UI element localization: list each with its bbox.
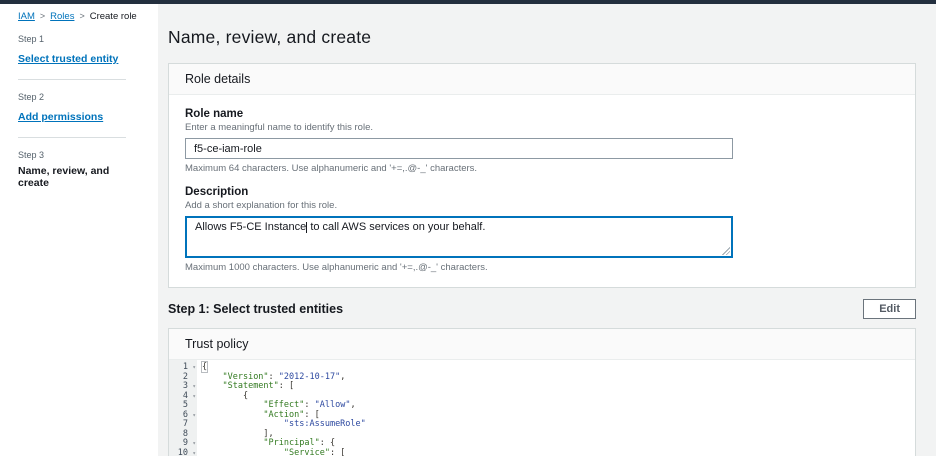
code-fold-icon[interactable]: ▾ — [192, 449, 196, 456]
json-value: "Allow" — [315, 400, 351, 410]
json-punctuation: : — [269, 372, 279, 382]
step1-section-row: Step 1: Select trusted entities Edit — [168, 299, 916, 319]
trust-policy-panel: Trust policy 1▾23▾4▾56▾789▾10▾1112131415… — [168, 328, 916, 456]
steps-list: Step 1 Select trusted entity Step 2 Add per… — [18, 34, 142, 189]
trust-policy-header: Trust policy — [169, 329, 915, 360]
json-key: "Service" — [284, 448, 330, 456]
json-punctuation: { — [202, 362, 207, 372]
sidebar-step-add-permissions[interactable]: Add permissions — [18, 111, 103, 123]
json-punctuation — [202, 381, 222, 391]
edit-button[interactable]: Edit — [863, 299, 916, 319]
page-layout: IAM > Roles > Create role Step 1 Select trust… — [0, 4, 936, 456]
sidebar-divider — [18, 137, 126, 138]
description-textarea[interactable]: Allows F5-CE Instance to call AWS servic… — [185, 216, 733, 258]
role-name-input[interactable] — [185, 138, 733, 159]
json-punctuation: ], — [202, 429, 274, 439]
json-punctuation: : [ — [304, 410, 319, 420]
role-name-label: Role name — [185, 108, 899, 120]
sidebar-step-select-trusted-entity[interactable]: Select trusted entity — [18, 53, 118, 65]
role-name-hint: Enter a meaningful name to identify this… — [185, 122, 899, 133]
description-constraint: Maximum 1000 characters. Use alphanumeri… — [185, 262, 899, 273]
resize-handle-icon[interactable] — [722, 247, 730, 255]
json-key: "Principal" — [263, 438, 319, 448]
json-punctuation — [202, 410, 263, 420]
json-key: "Version" — [222, 372, 268, 382]
code-line: "Service": [ — [202, 449, 915, 456]
description-label: Description — [185, 186, 899, 198]
json-punctuation: , — [340, 372, 345, 382]
json-punctuation — [202, 400, 263, 410]
json-punctuation: : — [304, 400, 314, 410]
code-line: "Statement": [ — [202, 382, 915, 392]
code-fold-icon[interactable]: ▾ — [192, 392, 196, 402]
breadcrumb-item[interactable]: Roles — [50, 11, 74, 22]
step-number-label: Step 3 — [18, 150, 142, 160]
json-key: "Action" — [263, 410, 304, 420]
line-number: 10▾ — [169, 449, 197, 456]
main-content: Name, review, and create Role details Ro… — [158, 4, 936, 456]
role-name-constraint: Maximum 64 characters. Use alphanumeric … — [185, 163, 899, 174]
role-details-panel: Role details Role name Enter a meaningfu… — [168, 63, 916, 288]
sidebar-step-name-review-and-create: Name, review, and create — [18, 165, 142, 189]
code-fold-icon[interactable]: ▾ — [192, 439, 196, 449]
editor-code-area[interactable]: { "Version": "2012-10-17", "Statement": … — [197, 360, 915, 456]
step-number-label: Step 1 — [18, 34, 142, 44]
json-key: "Effect" — [263, 400, 304, 410]
editor-line-number-gutter: 1▾23▾4▾56▾789▾10▾111213141516 — [169, 360, 197, 456]
breadcrumb-separator-icon: > — [79, 11, 84, 21]
json-value: "sts:AssumeRole" — [284, 419, 366, 429]
json-punctuation — [202, 438, 263, 448]
json-punctuation: : [ — [279, 381, 294, 391]
json-key: "Statement" — [222, 381, 278, 391]
step-number-label: Step 2 — [18, 92, 142, 102]
json-punctuation — [202, 448, 284, 456]
code-line: "Version": "2012-10-17", — [202, 373, 915, 383]
json-value: "2012-10-17" — [279, 372, 340, 382]
json-punctuation — [202, 372, 222, 382]
json-punctuation: : { — [320, 438, 335, 448]
trust-policy-code-editor[interactable]: 1▾23▾4▾56▾789▾10▾111213141516 { "Version… — [169, 360, 915, 456]
breadcrumb-separator-icon: > — [40, 11, 45, 21]
sidebar-divider — [18, 79, 126, 80]
breadcrumb: IAM > Roles > Create role — [18, 11, 142, 22]
code-line: "sts:AssumeRole" — [202, 420, 915, 430]
json-punctuation: : [ — [330, 448, 345, 456]
page-title: Name, review, and create — [168, 27, 916, 48]
steps-sidebar: IAM > Roles > Create role Step 1 Select trust… — [0, 4, 158, 456]
json-punctuation — [202, 419, 284, 429]
code-fold-icon[interactable]: ▾ — [192, 411, 196, 421]
role-details-header: Role details — [169, 64, 915, 95]
breadcrumb-item: Create role — [90, 11, 137, 22]
description-text: to call AWS services on your behalf. — [307, 221, 485, 233]
json-punctuation: , — [350, 400, 355, 410]
description-text: Allows F5-CE Instance — [195, 221, 306, 233]
description-field-block: Description Add a short explanation for … — [185, 186, 899, 273]
breadcrumb-item[interactable]: IAM — [18, 11, 35, 22]
step1-section-title: Step 1: Select trusted entities — [168, 302, 343, 316]
code-fold-icon[interactable]: ▾ — [192, 363, 196, 373]
description-hint: Add a short explanation for this role. — [185, 200, 899, 211]
role-details-body: Role name Enter a meaningful name to ide… — [169, 95, 915, 287]
code-fold-icon[interactable]: ▾ — [192, 382, 196, 392]
json-punctuation: { — [202, 391, 248, 401]
